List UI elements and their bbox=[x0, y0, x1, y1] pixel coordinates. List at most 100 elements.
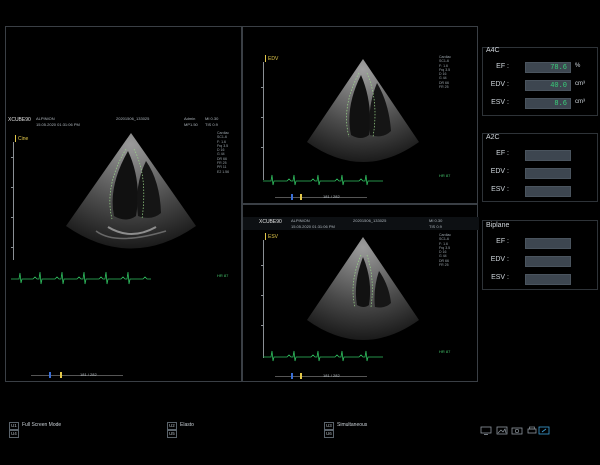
a4c-results: A4C EF : 78.6 % EDV : 40.0 cm³ ESV : 8.6… bbox=[482, 47, 598, 116]
depth-tick bbox=[261, 117, 264, 118]
a2c-results: A2C EF : EDV : ESV : bbox=[482, 133, 598, 202]
depth-tick bbox=[11, 157, 14, 158]
ecg-trace bbox=[263, 174, 383, 186]
u2-key[interactable]: U2 bbox=[167, 422, 177, 430]
export-icon[interactable] bbox=[538, 426, 550, 435]
view-title: XCUBE90 bbox=[8, 117, 31, 123]
ultrasound-image-a4c bbox=[66, 133, 196, 249]
depth-tick bbox=[261, 87, 264, 88]
depth-tick bbox=[11, 187, 14, 188]
edv-view-panel[interactable]: EDV Cardiac SC1-6 F: 1.6 Frq 3.5 D 16 G 44 D… bbox=[242, 26, 478, 204]
mp-value: MP1.50 bbox=[184, 122, 198, 127]
elasto-button[interactable]: Elasto bbox=[180, 422, 194, 428]
camera-icon[interactable] bbox=[511, 426, 523, 435]
u4-key[interactable]: U4 bbox=[9, 430, 19, 438]
ef-value: 78.6 bbox=[525, 62, 571, 73]
heart-rate: HR 87 bbox=[217, 273, 229, 278]
depth-scale bbox=[263, 62, 264, 180]
esv-label: ESV : bbox=[491, 99, 509, 106]
edv-label: EDV : bbox=[490, 168, 509, 175]
cine-start-marker[interactable] bbox=[49, 372, 51, 378]
view-title: XCUBE90 bbox=[259, 219, 282, 225]
mi-index: MI 0.30 bbox=[429, 218, 443, 223]
esv-marker bbox=[265, 233, 266, 240]
edv-value bbox=[525, 168, 571, 179]
image-icon[interactable] bbox=[496, 426, 508, 435]
study-id: 20201506_133025 bbox=[353, 218, 387, 223]
cine-start-marker[interactable] bbox=[291, 194, 293, 200]
edv-marker bbox=[265, 55, 266, 62]
ultrasound-image-edv bbox=[307, 59, 419, 162]
ecg-trace bbox=[263, 350, 383, 362]
imaging-params: Cardiac SC1-6 F: 1.6 Frq 3.5 D 16 G 44 DR 66… bbox=[217, 131, 230, 174]
print-icon[interactable] bbox=[526, 426, 538, 435]
esv-label: ESV : bbox=[491, 186, 509, 193]
heart-rate: HR 87 bbox=[439, 173, 451, 178]
user-name: Admin bbox=[184, 116, 196, 121]
biplane-results: Biplane EF : EDV : ESV : bbox=[482, 220, 598, 290]
depth-tick bbox=[261, 265, 264, 266]
cine-label: Cine bbox=[18, 136, 29, 142]
simultaneous-button[interactable]: Simultaneous bbox=[337, 422, 367, 428]
edv-value: 40.0 bbox=[525, 80, 571, 91]
u1-key[interactable]: U1 bbox=[9, 422, 19, 430]
esv-unit: cm³ bbox=[575, 99, 585, 105]
u5-key[interactable]: U5 bbox=[167, 430, 177, 438]
main-view-panel[interactable]: XCUBE90 ALPINION 15.05.2020 01:31:06 PM … bbox=[5, 26, 243, 382]
patient-name: ALPINION bbox=[36, 116, 55, 121]
exam-datetime: 15.05.2020 01:31:06 PM bbox=[36, 122, 80, 127]
depth-tick bbox=[261, 325, 264, 326]
depth-tick bbox=[261, 295, 264, 296]
biplane-title: Biplane bbox=[486, 222, 510, 229]
edv-value bbox=[525, 256, 571, 267]
patient-name: ALPINION bbox=[291, 218, 310, 223]
ef-value bbox=[525, 238, 571, 249]
cine-start-marker[interactable] bbox=[291, 373, 293, 379]
softkey-bar: U1 Full Screen Mode U4 U2 Elasto U5 U3 S… bbox=[0, 416, 600, 465]
heart-rate: HR 87 bbox=[439, 349, 451, 354]
cine-timeline[interactable] bbox=[31, 375, 123, 376]
exam-datetime: 15.05.2020 01:31:06 PM bbox=[291, 224, 335, 229]
monitor-icon[interactable] bbox=[480, 426, 492, 435]
cine-position-marker[interactable] bbox=[300, 194, 302, 200]
full-screen-mode-button[interactable]: Full Screen Mode bbox=[22, 422, 61, 428]
study-id: 20201506_133025 bbox=[116, 116, 150, 121]
u3-key[interactable]: U3 bbox=[324, 422, 334, 430]
tis-index: TIS 0.9 bbox=[429, 224, 442, 229]
tis-index: TIS 0.9 bbox=[205, 122, 218, 127]
ef-label: EF : bbox=[496, 150, 509, 157]
esv-value bbox=[525, 274, 571, 285]
cine-timeline[interactable] bbox=[275, 376, 367, 377]
ef-unit: % bbox=[575, 63, 581, 69]
edv-label: EDV bbox=[268, 56, 279, 62]
depth-tick bbox=[261, 147, 264, 148]
ultrasound-image-esv bbox=[307, 237, 419, 340]
depth-tick bbox=[11, 247, 14, 248]
depth-scale bbox=[13, 142, 14, 260]
esv-view-panel[interactable]: XCUBE90 ALPINION 15.05.2020 01:31:06 PM … bbox=[242, 204, 479, 382]
ecg-trace bbox=[11, 271, 151, 285]
frame-counter: 181 / 282 bbox=[323, 373, 340, 378]
frame-counter: 181 / 282 bbox=[323, 194, 340, 199]
esv-value: 8.6 bbox=[525, 98, 571, 109]
imaging-params: Cardiac SC1-6 F: 1.6 Frq 3.5 D 16 G 44 DR 66… bbox=[439, 55, 452, 90]
a2c-title: A2C bbox=[486, 134, 500, 141]
ef-label: EF : bbox=[496, 63, 509, 70]
esv-label: ESV bbox=[268, 234, 279, 240]
ef-label: EF : bbox=[496, 238, 509, 245]
mi-index: MI 0.30 bbox=[205, 116, 219, 121]
u6-key[interactable]: U6 bbox=[324, 430, 334, 438]
depth-scale bbox=[263, 240, 264, 358]
ef-value bbox=[525, 150, 571, 161]
edv-label: EDV : bbox=[490, 81, 509, 88]
cine-position-marker[interactable] bbox=[60, 372, 62, 378]
cine-position-marker[interactable] bbox=[300, 373, 302, 379]
esv-value bbox=[525, 186, 571, 197]
cine-marker bbox=[15, 135, 16, 142]
imaging-params: Cardiac SC1-6 F: 1.6 Frq 3.5 D 16 G 44 DR 66… bbox=[439, 233, 452, 268]
a4c-title: A4C bbox=[486, 47, 500, 54]
cine-timeline[interactable] bbox=[275, 197, 367, 198]
edv-unit: cm³ bbox=[575, 81, 585, 87]
edv-label: EDV : bbox=[490, 256, 509, 263]
frame-counter: 181 / 282 bbox=[80, 372, 97, 377]
